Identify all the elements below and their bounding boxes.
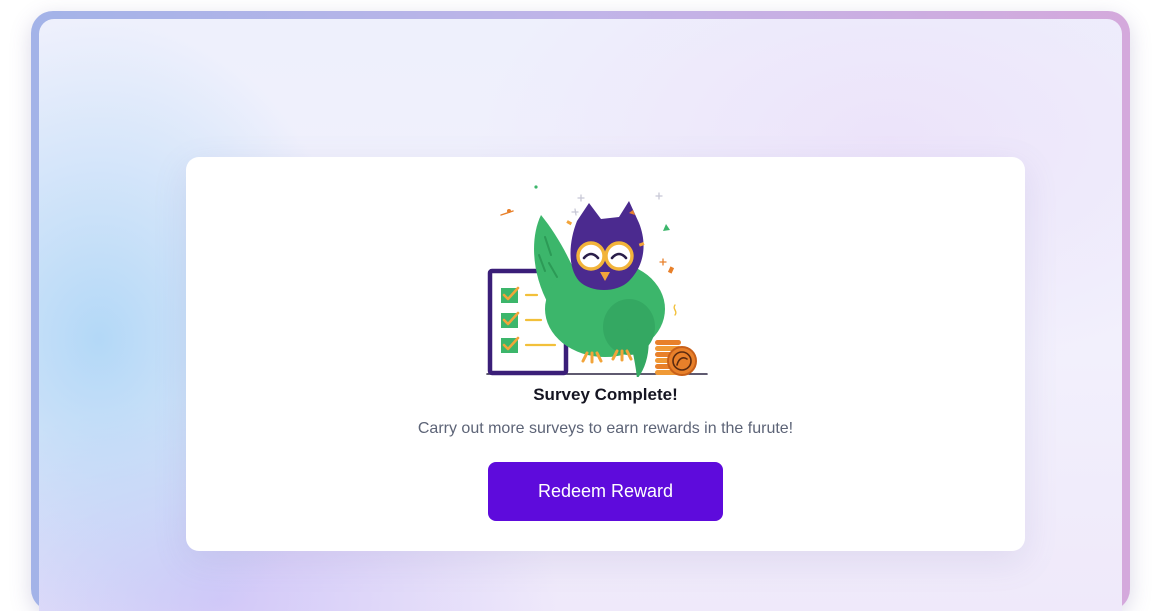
window-frame: Survey Complete! Carry out more surveys …	[31, 11, 1130, 611]
redeem-reward-button[interactable]: Redeem Reward	[488, 462, 723, 521]
app-background: Survey Complete! Carry out more surveys …	[39, 19, 1122, 611]
coin-stack-icon	[655, 340, 697, 376]
dialog-message: Carry out more surveys to earn rewards i…	[417, 420, 794, 437]
survey-complete-dialog: Survey Complete! Carry out more surveys …	[186, 157, 1025, 551]
owl-celebration-illustration	[486, 185, 708, 377]
dialog-title: Survey Complete!	[533, 385, 678, 404]
